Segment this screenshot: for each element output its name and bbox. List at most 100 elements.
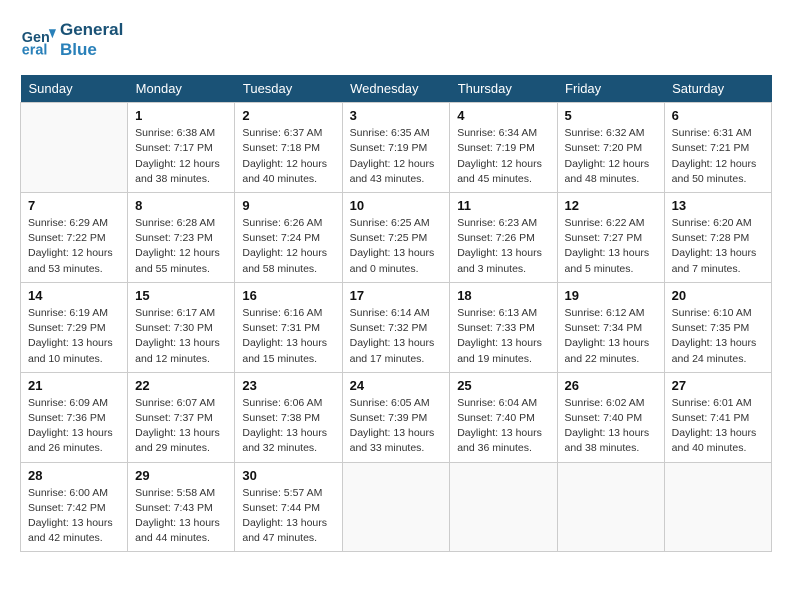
calendar-week: 14 Sunrise: 6:19 AMSunset: 7:29 PMDayligh…: [21, 282, 772, 372]
day-number: 10: [350, 198, 443, 213]
day-info: Sunrise: 6:10 AMSunset: 7:35 PMDaylight:…: [672, 306, 764, 367]
day-number: 29: [135, 468, 227, 483]
day-number: 14: [28, 288, 120, 303]
day-info: Sunrise: 6:06 AMSunset: 7:38 PMDaylight:…: [242, 396, 334, 457]
day-info: Sunrise: 6:07 AMSunset: 7:37 PMDaylight:…: [135, 396, 227, 457]
day-info: Sunrise: 6:13 AMSunset: 7:33 PMDaylight:…: [457, 306, 549, 367]
calendar-day: 28 Sunrise: 6:00 AMSunset: 7:42 PMDayligh…: [21, 462, 128, 552]
day-info: Sunrise: 6:23 AMSunset: 7:26 PMDaylight:…: [457, 216, 549, 277]
day-number: 2: [242, 108, 334, 123]
day-info: Sunrise: 6:34 AMSunset: 7:19 PMDaylight:…: [457, 126, 549, 187]
day-info: Sunrise: 6:12 AMSunset: 7:34 PMDaylight:…: [565, 306, 657, 367]
calendar-header: SundayMondayTuesdayWednesdayThursdayFrid…: [21, 75, 772, 103]
calendar-day: 8 Sunrise: 6:28 AMSunset: 7:23 PMDaylight…: [128, 192, 235, 282]
calendar-day: [450, 462, 557, 552]
day-number: 21: [28, 378, 120, 393]
day-info: Sunrise: 6:09 AMSunset: 7:36 PMDaylight:…: [28, 396, 120, 457]
day-number: 15: [135, 288, 227, 303]
day-info: Sunrise: 6:02 AMSunset: 7:40 PMDaylight:…: [565, 396, 657, 457]
day-number: 7: [28, 198, 120, 213]
calendar-day: 11 Sunrise: 6:23 AMSunset: 7:26 PMDayligh…: [450, 192, 557, 282]
day-number: 6: [672, 108, 764, 123]
day-info: Sunrise: 6:28 AMSunset: 7:23 PMDaylight:…: [135, 216, 227, 277]
day-info: Sunrise: 6:19 AMSunset: 7:29 PMDaylight:…: [28, 306, 120, 367]
calendar-day: 15 Sunrise: 6:17 AMSunset: 7:30 PMDayligh…: [128, 282, 235, 372]
calendar-day: 19 Sunrise: 6:12 AMSunset: 7:34 PMDayligh…: [557, 282, 664, 372]
day-number: 27: [672, 378, 764, 393]
calendar-day: 4 Sunrise: 6:34 AMSunset: 7:19 PMDaylight…: [450, 103, 557, 193]
day-number: 1: [135, 108, 227, 123]
day-info: Sunrise: 5:57 AMSunset: 7:44 PMDaylight:…: [242, 486, 334, 547]
day-info: Sunrise: 6:14 AMSunset: 7:32 PMDaylight:…: [350, 306, 443, 367]
weekday-header: Wednesday: [342, 75, 450, 103]
day-info: Sunrise: 6:32 AMSunset: 7:20 PMDaylight:…: [565, 126, 657, 187]
day-number: 18: [457, 288, 549, 303]
day-info: Sunrise: 6:17 AMSunset: 7:30 PMDaylight:…: [135, 306, 227, 367]
weekday-header: Saturday: [664, 75, 771, 103]
calendar-day: 2 Sunrise: 6:37 AMSunset: 7:18 PMDaylight…: [235, 103, 342, 193]
calendar-week: 1 Sunrise: 6:38 AMSunset: 7:17 PMDaylight…: [21, 103, 772, 193]
day-number: 22: [135, 378, 227, 393]
logo: Gen eral General Blue: [20, 20, 123, 59]
calendar-day: 13 Sunrise: 6:20 AMSunset: 7:28 PMDayligh…: [664, 192, 771, 282]
calendar-day: 5Sunrise: 6:32 AMSunset: 7:20 PMDaylight…: [557, 103, 664, 193]
day-number: 19: [565, 288, 657, 303]
weekday-header: Sunday: [21, 75, 128, 103]
calendar-day: 25 Sunrise: 6:04 AMSunset: 7:40 PMDayligh…: [450, 372, 557, 462]
calendar-body: 1 Sunrise: 6:38 AMSunset: 7:17 PMDaylight…: [21, 103, 772, 552]
calendar-day: 20 Sunrise: 6:10 AMSunset: 7:35 PMDayligh…: [664, 282, 771, 372]
logo-subtext: Blue: [60, 40, 123, 60]
day-info: Sunrise: 6:31 AMSunset: 7:21 PMDaylight:…: [672, 126, 764, 187]
page-header: Gen eral General Blue: [20, 20, 772, 59]
day-info: Sunrise: 6:20 AMSunset: 7:28 PMDaylight:…: [672, 216, 764, 277]
day-number: 13: [672, 198, 764, 213]
day-info: Sunrise: 6:35 AMSunset: 7:19 PMDaylight:…: [350, 126, 443, 187]
day-info: Sunrise: 6:05 AMSunset: 7:39 PMDaylight:…: [350, 396, 443, 457]
day-number: 24: [350, 378, 443, 393]
day-info: Sunrise: 6:04 AMSunset: 7:40 PMDaylight:…: [457, 396, 549, 457]
calendar-day: 10 Sunrise: 6:25 AMSunset: 7:25 PMDayligh…: [342, 192, 450, 282]
calendar-day: 16 Sunrise: 6:16 AMSunset: 7:31 PMDayligh…: [235, 282, 342, 372]
header-row: SundayMondayTuesdayWednesdayThursdayFrid…: [21, 75, 772, 103]
calendar-day: 14 Sunrise: 6:19 AMSunset: 7:29 PMDayligh…: [21, 282, 128, 372]
calendar-day: 9 Sunrise: 6:26 AMSunset: 7:24 PMDaylight…: [235, 192, 342, 282]
day-info: Sunrise: 6:37 AMSunset: 7:18 PMDaylight:…: [242, 126, 334, 187]
calendar-day: 22 Sunrise: 6:07 AMSunset: 7:37 PMDayligh…: [128, 372, 235, 462]
calendar-week: 28 Sunrise: 6:00 AMSunset: 7:42 PMDayligh…: [21, 462, 772, 552]
day-info: Sunrise: 6:38 AMSunset: 7:17 PMDaylight:…: [135, 126, 227, 187]
calendar-day: 17 Sunrise: 6:14 AMSunset: 7:32 PMDayligh…: [342, 282, 450, 372]
day-info: Sunrise: 6:29 AMSunset: 7:22 PMDaylight:…: [28, 216, 120, 277]
day-number: 9: [242, 198, 334, 213]
day-info: Sunrise: 6:01 AMSunset: 7:41 PMDaylight:…: [672, 396, 764, 457]
logo-text: General: [60, 20, 123, 40]
day-info: Sunrise: 6:22 AMSunset: 7:27 PMDaylight:…: [565, 216, 657, 277]
calendar-day: 27 Sunrise: 6:01 AMSunset: 7:41 PMDayligh…: [664, 372, 771, 462]
calendar-day: 30 Sunrise: 5:57 AMSunset: 7:44 PMDayligh…: [235, 462, 342, 552]
calendar-day: 21 Sunrise: 6:09 AMSunset: 7:36 PMDayligh…: [21, 372, 128, 462]
calendar-day: [21, 103, 128, 193]
day-number: 25: [457, 378, 549, 393]
calendar-day: 29Sunrise: 5:58 AMSunset: 7:43 PMDayligh…: [128, 462, 235, 552]
day-number: 8: [135, 198, 227, 213]
day-number: 23: [242, 378, 334, 393]
calendar-day: 1 Sunrise: 6:38 AMSunset: 7:17 PMDaylight…: [128, 103, 235, 193]
logo-icon: Gen eral: [20, 22, 56, 58]
day-number: 16: [242, 288, 334, 303]
calendar-week: 7 Sunrise: 6:29 AMSunset: 7:22 PMDaylight…: [21, 192, 772, 282]
day-number: 20: [672, 288, 764, 303]
day-number: 11: [457, 198, 549, 213]
day-number: 28: [28, 468, 120, 483]
day-info: Sunrise: 6:00 AMSunset: 7:42 PMDaylight:…: [28, 486, 120, 547]
calendar-day: 18 Sunrise: 6:13 AMSunset: 7:33 PMDayligh…: [450, 282, 557, 372]
calendar-day: [557, 462, 664, 552]
calendar-day: [664, 462, 771, 552]
day-number: 17: [350, 288, 443, 303]
day-info: Sunrise: 6:25 AMSunset: 7:25 PMDaylight:…: [350, 216, 443, 277]
day-number: 4: [457, 108, 549, 123]
day-info: Sunrise: 6:26 AMSunset: 7:24 PMDaylight:…: [242, 216, 334, 277]
day-info: Sunrise: 6:16 AMSunset: 7:31 PMDaylight:…: [242, 306, 334, 367]
calendar-day: 24 Sunrise: 6:05 AMSunset: 7:39 PMDayligh…: [342, 372, 450, 462]
day-number: 12: [565, 198, 657, 213]
day-number: 30: [242, 468, 334, 483]
day-number: 3: [350, 108, 443, 123]
